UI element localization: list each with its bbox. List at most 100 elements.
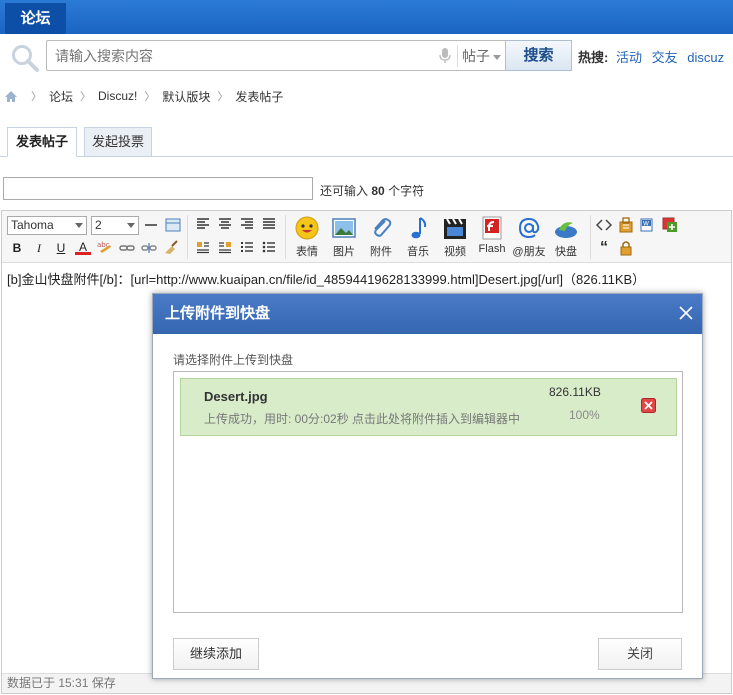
subject-hint: 还可输入 80 个字符 xyxy=(320,182,424,199)
search-scope-select[interactable]: 帖子 xyxy=(457,45,505,67)
justify-icon[interactable] xyxy=(261,217,277,233)
hide-content-icon[interactable] xyxy=(618,217,634,233)
chevron-down-icon xyxy=(127,223,135,228)
unordered-list-icon[interactable] xyxy=(261,240,277,256)
float-right-icon[interactable] xyxy=(217,240,233,256)
toolbar-separator xyxy=(590,215,591,259)
font-family-select[interactable]: Tahoma xyxy=(7,216,87,235)
flash-label: Flash xyxy=(478,243,506,255)
float-left-icon[interactable] xyxy=(195,240,211,256)
ordered-list-icon[interactable] xyxy=(239,240,255,256)
chevron-right-icon: 〉 xyxy=(217,91,229,103)
breadcrumb-forum[interactable]: 论坛 xyxy=(49,88,73,105)
attachment-button[interactable]: 附件 xyxy=(363,215,399,261)
smiley-icon xyxy=(295,216,319,240)
bold-button[interactable]: B xyxy=(9,240,25,256)
font-size-select[interactable]: 2 xyxy=(91,216,139,235)
delete-icon[interactable] xyxy=(641,398,656,413)
search-box: 帖子 搜索 xyxy=(46,40,572,71)
toolbar-separator xyxy=(187,215,188,259)
editor-toolbar: Tahoma 2 B I U A abc 表情 图片 附件 音乐 视频 Flas… xyxy=(2,211,731,263)
music-button[interactable]: 音乐 xyxy=(400,215,436,261)
subject-input[interactable] xyxy=(3,177,313,200)
emoji-button[interactable]: 表情 xyxy=(289,215,325,261)
mention-label: @朋友 xyxy=(512,246,546,258)
attachment-label: 附件 xyxy=(370,246,392,258)
word-paste-icon[interactable]: W xyxy=(640,217,656,233)
file-progress-percent: 100% xyxy=(569,408,600,422)
horizontal-rule-icon[interactable] xyxy=(143,217,159,233)
music-label: 音乐 xyxy=(407,246,429,258)
kuaipan-label: 快盘 xyxy=(555,246,577,258)
breadcrumb-new-post: 发表帖子 xyxy=(235,89,284,104)
emoji-label: 表情 xyxy=(296,246,318,258)
tab-new-post[interactable]: 发表帖子 xyxy=(7,127,77,157)
clear-format-icon[interactable] xyxy=(163,240,179,256)
nav-tab-forum[interactable]: 论坛 xyxy=(5,3,66,34)
chevron-down-icon xyxy=(493,54,501,60)
search-bar: 帖子 搜索 热搜: 活动 交友 discuz xyxy=(0,34,733,80)
file-name: Desert.jpg xyxy=(204,389,268,404)
home-icon[interactable] xyxy=(4,90,18,103)
dialog-header: 上传附件到快盘 xyxy=(153,294,702,334)
quote-button[interactable]: “ xyxy=(596,240,612,256)
underline-button[interactable]: U xyxy=(53,240,69,256)
hot-link-activity[interactable]: 活动 xyxy=(616,50,642,65)
at-sign-icon xyxy=(518,217,540,239)
music-note-icon xyxy=(411,217,427,239)
flash-icon xyxy=(482,216,502,240)
paperclip-icon xyxy=(374,218,392,237)
subject-remaining-count: 80 xyxy=(371,184,385,198)
file-status[interactable]: 上传成功，用时: 00分:02秒 点击此处将附件插入到编辑器中 xyxy=(204,410,520,427)
video-button[interactable]: 视频 xyxy=(437,215,473,261)
breadcrumb-discuz[interactable]: Discuz! xyxy=(98,89,137,103)
align-right-icon[interactable] xyxy=(239,217,255,233)
search-icon xyxy=(12,45,39,72)
dialog-title: 上传附件到快盘 xyxy=(165,305,271,322)
chevron-right-icon: 〉 xyxy=(31,91,42,103)
code-icon[interactable] xyxy=(595,217,613,233)
kuaipan-icon xyxy=(555,222,577,238)
flash-button[interactable]: Flash xyxy=(474,215,510,261)
kuaipan-button[interactable]: 快盘 xyxy=(548,215,584,261)
continue-add-button[interactable]: 继续添加 xyxy=(173,638,259,670)
file-row[interactable]: Desert.jpg 上传成功，用时: 00分:02秒 点击此处将附件插入到编辑… xyxy=(180,378,677,436)
link-icon[interactable] xyxy=(119,240,135,256)
align-left-icon[interactable] xyxy=(195,217,211,233)
image-label: 图片 xyxy=(333,246,355,258)
unlink-icon[interactable] xyxy=(141,240,157,256)
close-icon[interactable] xyxy=(679,306,693,320)
align-center-icon[interactable] xyxy=(217,217,233,233)
post-tabs: 发表帖子 发起投票 xyxy=(0,122,733,157)
font-color-button[interactable]: A xyxy=(75,239,91,255)
hot-search-label: 热搜: xyxy=(578,50,609,65)
upload-dialog: 上传附件到快盘 请选择附件上传到快盘 Desert.jpg 上传成功，用时: 0… xyxy=(152,293,703,679)
chevron-down-icon xyxy=(75,223,83,228)
font-size-value: 2 xyxy=(95,218,102,232)
hot-link-discuz[interactable]: discuz xyxy=(687,50,724,65)
table-icon[interactable] xyxy=(165,217,181,233)
hot-link-friends[interactable]: 交友 xyxy=(652,50,678,65)
search-scope-label: 帖子 xyxy=(462,48,490,64)
toolbar-separator xyxy=(285,215,286,259)
close-button[interactable]: 关闭 xyxy=(598,638,682,670)
microphone-icon[interactable] xyxy=(439,48,451,64)
tab-new-poll[interactable]: 发起投票 xyxy=(84,127,152,157)
image-button[interactable]: 图片 xyxy=(326,215,362,261)
video-label: 视频 xyxy=(444,246,466,258)
search-input[interactable] xyxy=(47,41,432,70)
breadcrumb-default-board[interactable]: 默认版块 xyxy=(162,88,210,105)
file-size: 826.11KB xyxy=(549,385,601,399)
insert-media-icon[interactable] xyxy=(662,217,678,233)
dialog-instruction: 请选择附件上传到快盘 xyxy=(173,353,294,367)
lock-icon[interactable] xyxy=(618,240,634,256)
breadcrumb: 〉 论坛 〉 Discuz! 〉 默认版块 〉 发表帖子 xyxy=(4,88,283,104)
spellcheck-icon[interactable]: abc xyxy=(97,240,113,256)
editor-content[interactable]: [b]金山快盘附件[/b]：[url=http://www.kuaipan.cn… xyxy=(7,269,645,288)
image-icon xyxy=(332,218,356,238)
hot-search: 热搜: 活动 交友 discuz xyxy=(578,47,730,66)
italic-button[interactable]: I xyxy=(31,240,47,256)
mention-button[interactable]: @朋友 xyxy=(511,215,547,261)
svg-text:W: W xyxy=(643,221,649,228)
search-button[interactable]: 搜索 xyxy=(505,40,572,71)
